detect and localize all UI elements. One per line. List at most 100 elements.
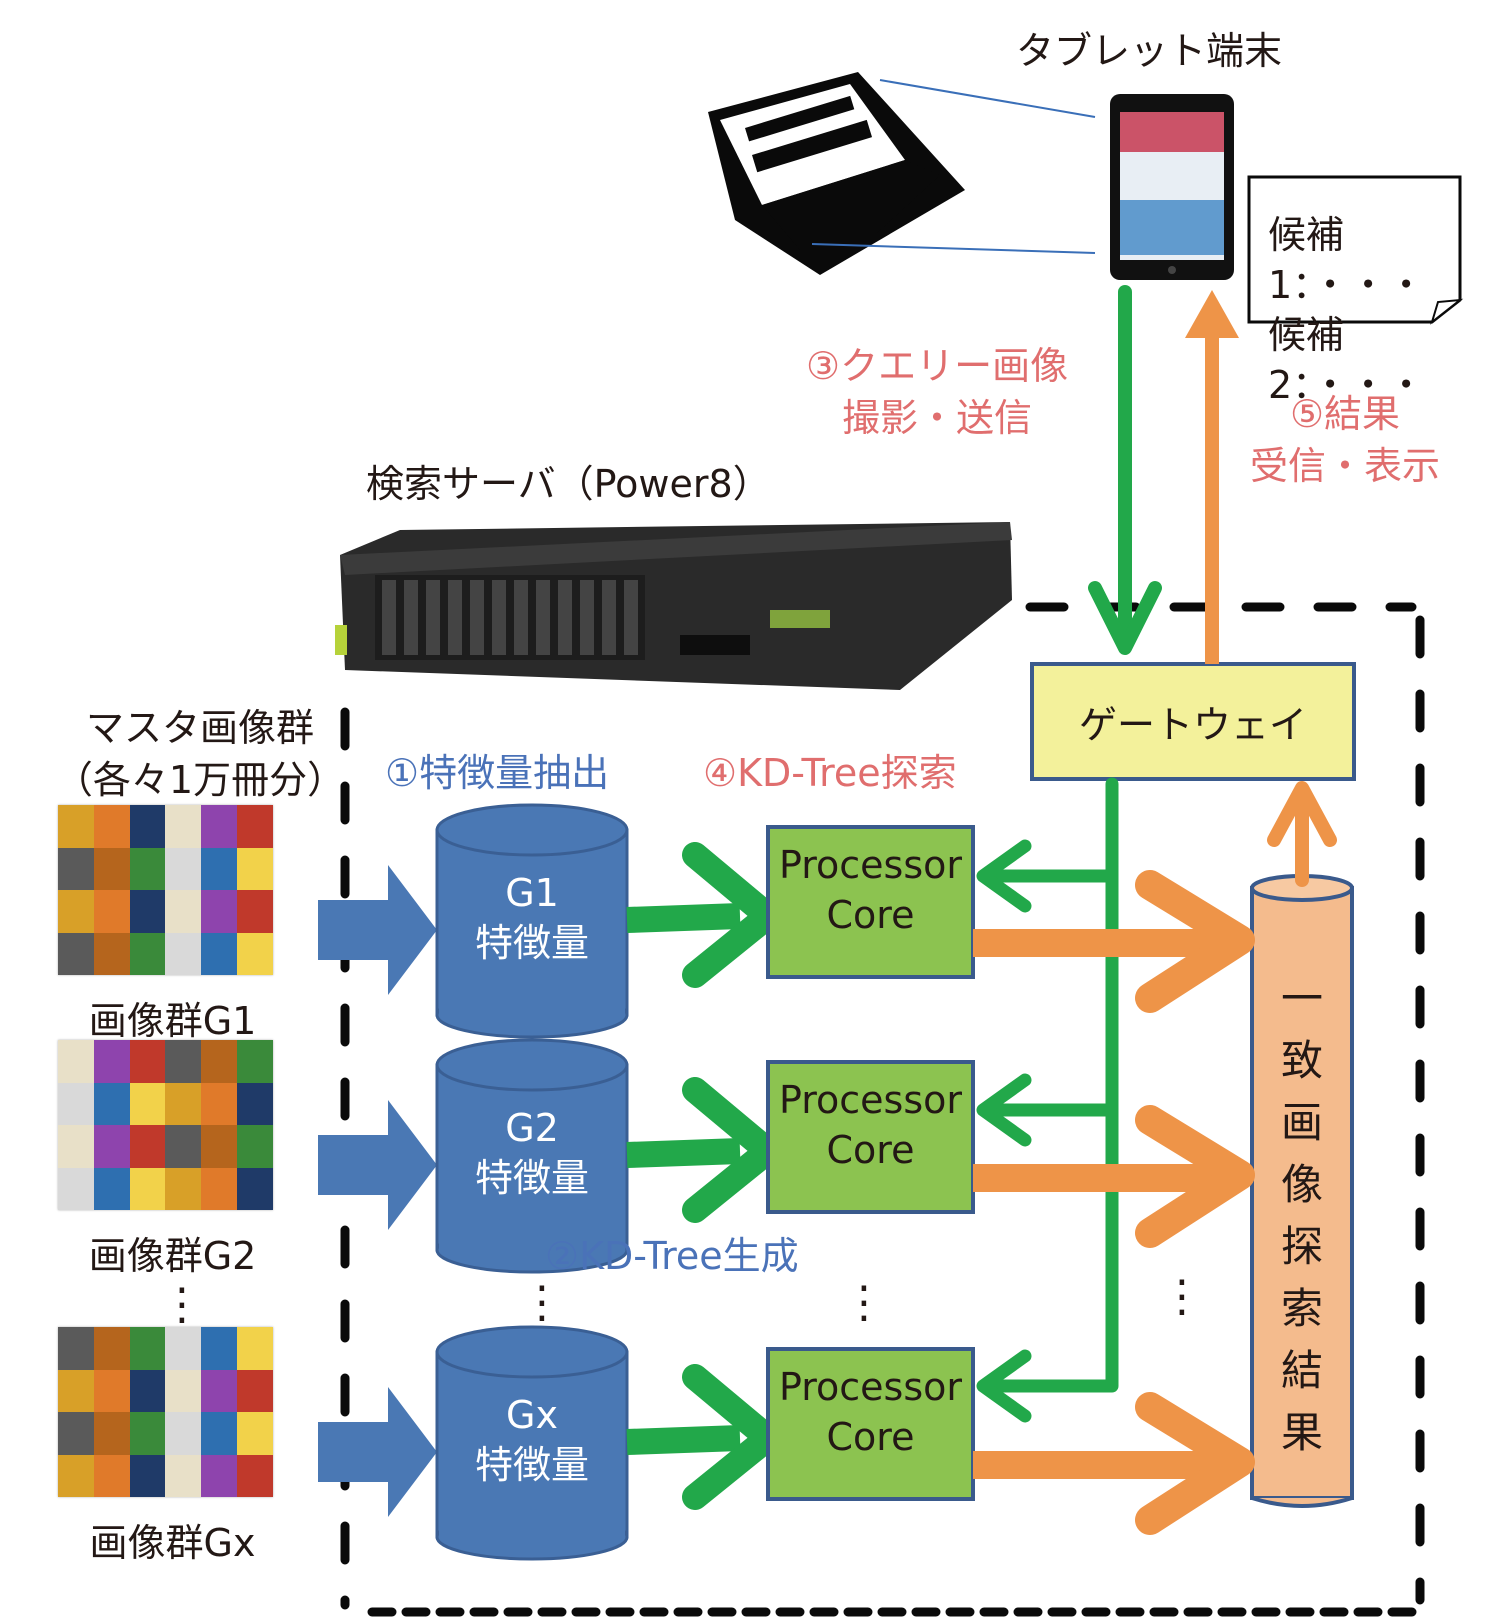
server-image	[335, 522, 1012, 690]
book-cover-thumbnail	[165, 1125, 202, 1168]
book-cover-thumbnail	[201, 1454, 238, 1497]
book-cover-thumbnail	[93, 1327, 130, 1370]
book-cover-thumbnail	[58, 1167, 94, 1210]
book-cover-thumbnail	[93, 1454, 130, 1497]
master-images-title: マスタ画像群 （各々1万冊分）	[50, 702, 350, 806]
ellipsis-results: ⋮	[1160, 1271, 1204, 1322]
kdtree-build-arrow-shaft	[626, 1425, 741, 1455]
book-cover-thumbnail	[201, 1327, 238, 1370]
book-cover-thumbnail	[129, 1454, 166, 1497]
feature-db-text: G1	[505, 871, 559, 915]
book-cover-thumbnail	[165, 932, 202, 975]
book-cover-thumbnail	[58, 847, 94, 890]
extract-arrow	[318, 1100, 437, 1230]
processor-core-text: Core	[826, 893, 915, 937]
book-cover-thumbnail	[58, 1412, 94, 1455]
result-char: 像	[1280, 1160, 1323, 1209]
ellipsis-db: ⋮	[520, 1277, 564, 1328]
tablet-title: タブレット端末	[1016, 29, 1283, 73]
book-cover-thumbnail	[165, 805, 202, 848]
result-char: 致	[1280, 1036, 1323, 1085]
ellipsis-processor: ⋮	[842, 1277, 886, 1328]
step1-label: ①特徴量抽出	[385, 751, 610, 795]
book-cover-thumbnail	[58, 1454, 94, 1497]
book-cover-thumbnail	[201, 1369, 238, 1412]
book-cover-thumbnail	[129, 1327, 166, 1370]
book-cover-thumbnail	[165, 847, 202, 890]
processor-core-3-label: Processor Core	[768, 1362, 973, 1462]
book-cover-thumbnail	[237, 1040, 273, 1083]
book-cover-thumbnail	[93, 805, 130, 848]
feature-db-top	[435, 1325, 629, 1379]
book-cover-thumbnail	[93, 890, 130, 933]
book-cover-thumbnail	[237, 1082, 273, 1125]
book-cover-thumbnail	[93, 1082, 130, 1125]
image-group-2-mosaic	[58, 1040, 273, 1210]
processor-core-text: Core	[826, 1415, 915, 1459]
book-cover-thumbnail	[237, 1454, 273, 1497]
book-cover-thumbnail	[129, 1369, 166, 1412]
result-char: 索	[1280, 1284, 1323, 1333]
feature-db-1-label: G1 特徴量	[437, 868, 627, 968]
book-cover-thumbnail	[129, 1082, 166, 1125]
book-cover-thumbnail	[93, 1167, 130, 1210]
result-note: 候補1：・・・ 候補2：・・・	[1268, 210, 1500, 410]
step4-label: ④KD-Tree探索	[703, 751, 957, 795]
book-cover-thumbnail	[93, 1040, 130, 1083]
step3-label: ③クエリー画像 撮影・送信	[806, 340, 1068, 444]
book-cover-thumbnail	[237, 1412, 273, 1455]
book-cover-thumbnail	[201, 847, 238, 890]
book-cover-thumbnail	[129, 932, 166, 975]
feature-db-text: 特徴量	[474, 1156, 589, 1200]
book-cover-thumbnail	[93, 1125, 130, 1168]
book-cover-thumbnail	[201, 1125, 238, 1168]
book-cover-thumbnail	[165, 1040, 202, 1083]
result-store-label: 一 致 画 像 探 索 結 果	[1277, 968, 1327, 1464]
book-cover-thumbnail	[129, 805, 166, 848]
feature-db-text: G2	[505, 1106, 559, 1150]
result-char: 結	[1280, 1346, 1323, 1395]
feature-db-top	[435, 803, 629, 857]
tablet-device	[1110, 94, 1234, 280]
book-cover-thumbnail	[129, 1040, 166, 1083]
master-title-line1: マスタ画像群	[85, 706, 314, 750]
image-group-3-label: 画像群Gx	[89, 1521, 256, 1565]
step3-line1: ③クエリー画像	[806, 344, 1069, 388]
step5-line1: ⑤結果	[1289, 392, 1401, 436]
feature-db-text: Gx	[506, 1393, 558, 1437]
book-cover-thumbnail	[237, 1167, 273, 1210]
result-up-arrow	[1267, 781, 1337, 887]
book-cover-thumbnail	[237, 1125, 273, 1168]
book-cover-thumbnail	[201, 1167, 238, 1210]
kdtree-build-arrow-shaft	[626, 1138, 741, 1168]
image-group-1-label: 画像群G1	[88, 999, 257, 1043]
book-cover-thumbnail	[93, 1369, 130, 1412]
book-cover-thumbnail	[93, 847, 130, 890]
book-cover-thumbnail	[237, 805, 273, 848]
processor-core-text: Processor	[778, 1365, 963, 1409]
view-line-top	[879, 79, 1096, 118]
query-bus	[976, 777, 1119, 1423]
image-group-3-mosaic	[58, 1327, 273, 1497]
feature-db-3-label: Gx 特徴量	[437, 1390, 627, 1490]
book-cover-thumbnail	[58, 805, 94, 848]
step5-label: ⑤結果 受信・表示	[1250, 388, 1440, 492]
step2-label: ②KD-Tree生成	[545, 1234, 799, 1278]
feature-db-text: 特徴量	[474, 1443, 589, 1487]
book-cover-thumbnail	[165, 1327, 202, 1370]
result-char: 探	[1280, 1222, 1323, 1271]
feature-db-fill	[439, 1512, 625, 1538]
book-cover-thumbnail	[237, 890, 273, 933]
feature-db-fill	[439, 990, 625, 1016]
processor-core-2-label: Processor Core	[768, 1075, 973, 1175]
book-cover-thumbnail	[165, 890, 202, 933]
book-cover-thumbnail	[165, 1454, 202, 1497]
book-cover-thumbnail	[165, 1412, 202, 1455]
feature-db-top	[435, 1038, 629, 1092]
result-char: 画	[1280, 1098, 1323, 1147]
candidate-1: 候補1：・・・	[1268, 213, 1426, 307]
book-cover-thumbnail	[58, 1040, 94, 1083]
feature-db-2-label: G2 特徴量	[437, 1103, 627, 1203]
feature-db-text: 特徴量	[474, 921, 589, 965]
book-cover-thumbnail	[201, 1040, 238, 1083]
